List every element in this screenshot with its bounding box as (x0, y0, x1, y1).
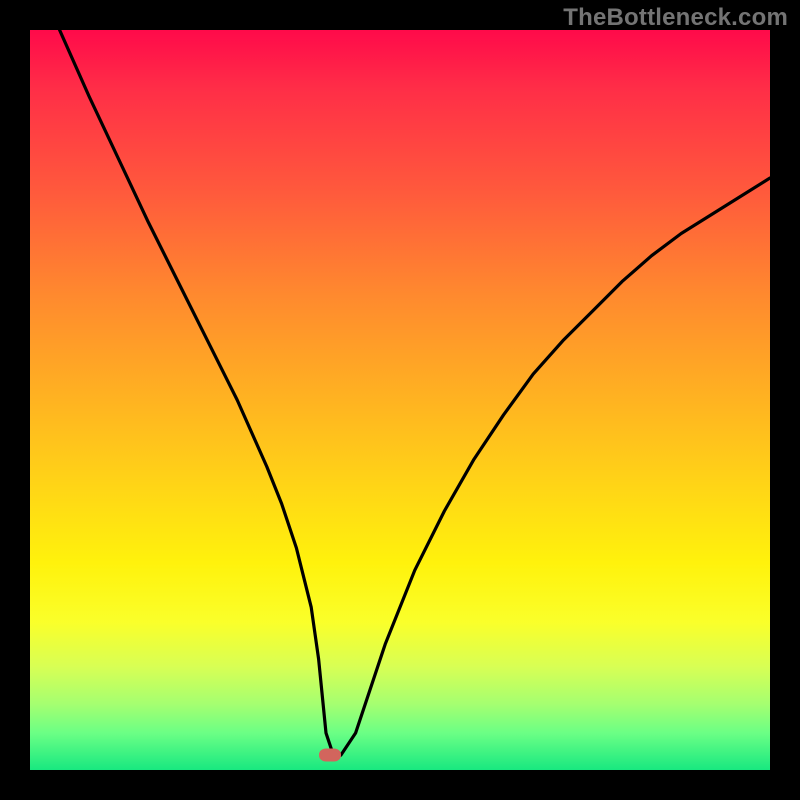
watermark-text: TheBottleneck.com (563, 4, 788, 32)
plot-area (30, 30, 770, 770)
chart-frame: TheBottleneck.com (0, 0, 800, 800)
curve-svg (30, 30, 770, 770)
bottleneck-curve (60, 30, 770, 755)
optimum-marker (319, 749, 341, 762)
